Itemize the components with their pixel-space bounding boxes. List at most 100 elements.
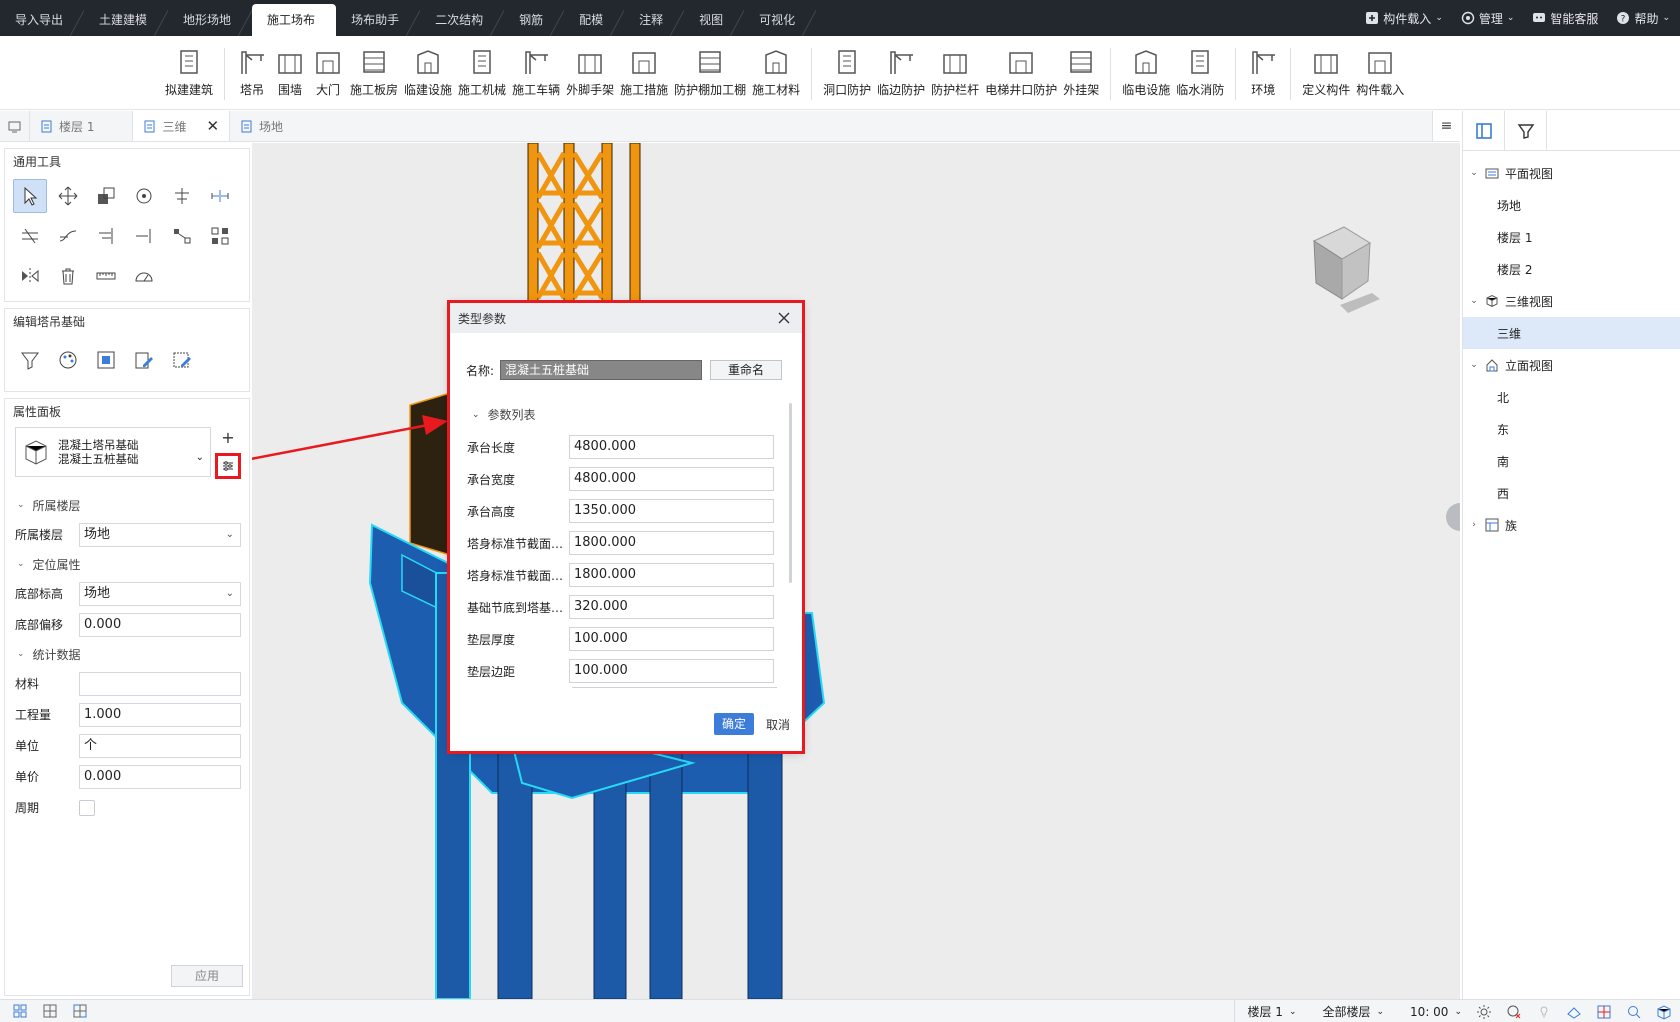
close-icon[interactable] — [774, 308, 794, 328]
edit-type-params-button[interactable] — [215, 453, 241, 479]
smart-service-button[interactable]: 智能客服 — [1532, 10, 1598, 27]
cascade-view-icon[interactable] — [72, 1003, 88, 1019]
menu-tab[interactable]: 注释 — [624, 4, 685, 36]
material-input[interactable] — [79, 671, 241, 696]
param-value-input[interactable]: 100.000 — [569, 627, 774, 651]
tree-item[interactable]: 场地 — [1463, 189, 1680, 221]
base-level-select[interactable]: 场地 ⌄ — [79, 581, 241, 606]
offset-tool[interactable] — [203, 179, 237, 213]
copy-tool[interactable] — [89, 179, 123, 213]
all-floors-dropdown[interactable]: 全部楼层 ⌄ — [1310, 1000, 1384, 1022]
material-tool[interactable] — [89, 343, 123, 377]
ribbon-button[interactable]: 外挂架 — [1060, 46, 1102, 98]
ribbon-button[interactable]: 施工措施 — [617, 46, 671, 98]
filter-tab[interactable] — [1505, 111, 1547, 151]
hamburger-menu-icon[interactable]: ≡ — [1432, 111, 1460, 141]
palette-tool[interactable] — [51, 343, 85, 377]
ribbon-button[interactable]: 外脚手架 — [563, 46, 617, 98]
mirror-tool[interactable] — [13, 259, 47, 293]
param-value-input[interactable]: 4800.000 — [569, 435, 774, 459]
ribbon-button[interactable]: 防护栏杆 — [928, 46, 982, 98]
tree-item[interactable]: 东 — [1463, 413, 1680, 445]
menu-tab[interactable]: 施工场布 — [252, 4, 337, 36]
chevron-down-icon[interactable]: ⌄ — [1467, 360, 1481, 370]
floor-select[interactable]: 场地 ⌄ — [79, 522, 241, 547]
chevron-right-icon[interactable]: › — [1467, 520, 1481, 530]
tree-item[interactable]: 南 — [1463, 445, 1680, 477]
chevron-down-icon[interactable]: ⌄ — [1467, 296, 1481, 306]
select-tool[interactable] — [13, 179, 47, 213]
ribbon-button[interactable]: 临电设施 — [1119, 46, 1173, 98]
view-toggle-button[interactable] — [0, 111, 30, 141]
shadow-off-icon[interactable] — [1506, 1004, 1522, 1020]
name-input[interactable]: 混凝土五桩基础 — [500, 360, 702, 380]
tree-elevation-views[interactable]: ⌄ 立面视图 — [1463, 349, 1680, 381]
section-position[interactable]: ⌄ 定位属性 — [5, 550, 249, 578]
extend-tool[interactable] — [51, 219, 85, 253]
rename-button[interactable]: 重命名 — [710, 360, 782, 380]
param-value-input[interactable]: 4800.000 — [569, 467, 774, 491]
menu-tab[interactable]: 可视化 — [744, 4, 817, 36]
quantity-input[interactable]: 1.000 — [79, 702, 241, 727]
unit-input[interactable]: 个 — [79, 733, 241, 758]
section-stats[interactable]: ⌄ 统计数据 — [5, 640, 249, 668]
type-selector[interactable]: 混凝土塔吊基础 混凝土五桩基础 ⌄ — [15, 427, 211, 477]
ribbon-button[interactable]: 定义构件 — [1299, 46, 1353, 98]
measure-tool[interactable] — [89, 259, 123, 293]
component-load-menu[interactable]: 构件载入 ⌄ — [1365, 10, 1443, 27]
sun-icon[interactable] — [1476, 1004, 1492, 1020]
edit-type-tool[interactable] — [127, 343, 161, 377]
angle-tool[interactable] — [127, 259, 161, 293]
ribbon-button[interactable]: 临水消防 — [1173, 46, 1227, 98]
zoom-fit-icon[interactable] — [1626, 1004, 1642, 1020]
grid-array-tool[interactable] — [203, 219, 237, 253]
param-value-input[interactable]: 100.000 — [569, 659, 774, 683]
tree-item[interactable]: 楼层 2 — [1463, 253, 1680, 285]
rotate-tool[interactable] — [127, 179, 161, 213]
menu-tab[interactable]: 二次结构 — [420, 4, 505, 36]
break-tool[interactable] — [89, 219, 123, 253]
grid-view-icon[interactable] — [12, 1003, 28, 1019]
move-tool[interactable] — [51, 179, 85, 213]
render-mode-icon[interactable] — [1566, 1004, 1582, 1020]
tree-item[interactable]: 三维 — [1463, 317, 1680, 349]
ribbon-button[interactable]: 施工材料 — [749, 46, 803, 98]
ribbon-button[interactable]: 临边防护 — [874, 46, 928, 98]
menu-tab[interactable]: 场布助手 — [336, 4, 421, 36]
param-list-section[interactable]: ⌄ 参数列表 — [472, 406, 802, 423]
apply-button[interactable]: 应用 — [171, 965, 243, 987]
align-tool[interactable] — [165, 179, 199, 213]
ribbon-button[interactable]: 塔吊 — [233, 46, 271, 98]
ribbon-button[interactable]: 电梯井口防护 — [982, 46, 1060, 98]
ribbon-button[interactable]: 围墙 — [271, 46, 309, 98]
cube-icon[interactable] — [1656, 1004, 1672, 1020]
base-offset-input[interactable]: 0.000 — [79, 612, 241, 637]
split-tool[interactable] — [127, 219, 161, 253]
ribbon-button[interactable]: 构件载入 — [1353, 46, 1407, 98]
ribbon-button[interactable]: 拟建建筑 — [162, 46, 216, 98]
section-floor[interactable]: ⌄ 所属楼层 — [5, 491, 249, 519]
ribbon-button[interactable]: 施工机械 — [455, 46, 509, 98]
light-icon[interactable] — [1536, 1004, 1552, 1020]
ribbon-button[interactable]: 大门 — [309, 46, 347, 98]
section-box-icon[interactable] — [1596, 1004, 1612, 1020]
filter-tool[interactable] — [13, 343, 47, 377]
tree-item[interactable]: 西 — [1463, 477, 1680, 509]
param-value-input[interactable]: 1350.000 — [569, 499, 774, 523]
tab-floor-1[interactable]: 楼层 1 — [30, 111, 134, 141]
browser-tab[interactable] — [1463, 111, 1505, 151]
menu-tab[interactable]: 地形场地 — [168, 4, 253, 36]
scrollbar[interactable] — [789, 403, 792, 583]
trim-tool[interactable] — [13, 219, 47, 253]
ribbon-button[interactable]: 防护棚加工棚 — [671, 46, 749, 98]
add-type-button[interactable]: + — [217, 427, 239, 447]
unit-price-input[interactable]: 0.000 — [79, 764, 241, 789]
menu-tab[interactable]: 土建建模 — [84, 4, 169, 36]
cancel-button[interactable]: 取消 — [766, 716, 790, 733]
tree-3d-views[interactable]: ⌄ 三维视图 — [1463, 285, 1680, 317]
chevron-down-icon[interactable]: ⌄ — [1467, 168, 1481, 178]
3d-viewport[interactable] — [252, 143, 1460, 999]
delete-tool[interactable] — [51, 259, 85, 293]
tree-item[interactable]: 楼层 1 — [1463, 221, 1680, 253]
time-dropdown[interactable]: 10: 00 ⌄ — [1398, 1000, 1462, 1022]
